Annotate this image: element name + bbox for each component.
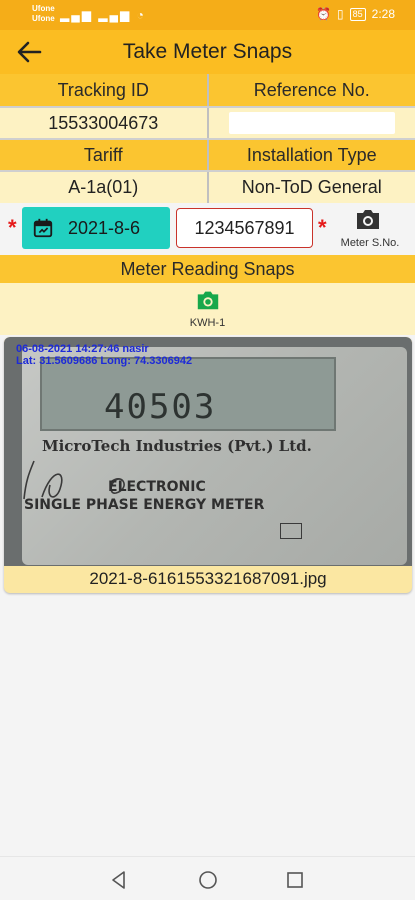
details-value-row-2: A-1a(01) Non-ToD General <box>0 172 415 203</box>
tracking-id-label: Tracking ID <box>0 74 207 106</box>
meter-sno-label: Meter S.No. <box>340 237 400 249</box>
photo-overlay-coordinates: Lat: 31.5609686 Long: 74.3306942 <box>16 355 193 367</box>
status-right: ⏰ ▯ 85 2:28 <box>316 7 395 21</box>
date-meter-row: * 2021-8-6 * Meter S.No. <box>0 203 415 253</box>
carrier-labels: Ufone Ufone <box>32 4 55 24</box>
photo-overlay-timestamp: 06-08-2021 14:27:46 nasir <box>16 343 149 355</box>
required-star: * <box>8 215 17 240</box>
meter-photo[interactable]: 40503 06-08-2021 14:27:46 nasir Lat: 31.… <box>4 337 412 566</box>
kwh-camera-icon[interactable] <box>195 288 221 312</box>
meter-type-line-2: SINGLE PHASE ENERGY METER <box>24 497 265 513</box>
nav-recents-icon[interactable] <box>284 869 306 891</box>
details-value-row-1: 15533004673 <box>0 108 415 138</box>
nav-back-icon[interactable] <box>108 869 130 891</box>
page-title: Take Meter Snaps <box>122 40 293 63</box>
photo-card[interactable]: 40503 06-08-2021 14:27:46 nasir Lat: 31.… <box>4 337 412 593</box>
meter-terminal-box <box>280 523 302 539</box>
installation-type-value: Non-ToD General <box>208 172 415 203</box>
carrier-1: Ufone <box>32 4 55 13</box>
system-nav-bar <box>0 856 415 900</box>
kwh-label: KWH-1 <box>189 317 226 329</box>
photo-filename: 2021-8-6161553321687091.jpg <box>89 569 327 588</box>
reference-no-label: Reference No. <box>208 74 415 106</box>
calendar-icon <box>33 218 53 238</box>
reference-no-cell <box>208 108 415 138</box>
date-picker-button[interactable]: 2021-8-6 <box>22 207 170 249</box>
tracking-id-value: 15533004673 <box>0 108 207 138</box>
battery-indicator: 85 <box>349 7 366 21</box>
required-star: * <box>318 215 327 240</box>
meter-reading-display: 40503 <box>104 387 217 427</box>
app-bar: Take Meter Snaps <box>0 30 415 74</box>
nav-home-icon[interactable] <box>197 869 219 891</box>
installation-type-label: Installation Type <box>208 140 415 170</box>
reference-no-field[interactable] <box>228 112 395 134</box>
signal-wifi-icons: ▂▄▆ ▂▄▆ ◔ <box>60 8 146 22</box>
carrier-2: Ufone <box>32 14 55 23</box>
status-bar: Ufone Ufone ▂▄▆ ▂▄▆ ◔ ⏰ ▯ 85 2:28 <box>0 0 415 30</box>
clock: 2:28 <box>371 7 395 21</box>
details-header-row-2: Tariff Installation Type <box>0 140 415 170</box>
tariff-value: A-1a(01) <box>0 172 207 203</box>
details-header-row-1: Tracking ID Reference No. <box>0 74 415 106</box>
vibrate-icon: ▯ <box>337 7 344 21</box>
date-value: 2021-8-6 <box>68 217 141 238</box>
camera-icon[interactable] <box>354 207 382 231</box>
alarm-icon: ⏰ <box>316 7 332 21</box>
section-title: Meter Reading Snaps <box>0 255 415 283</box>
snaps-area: KWH-1 <box>0 283 415 335</box>
meter-type-line-1: ELECTRONIC <box>108 479 206 495</box>
meter-serial-input[interactable] <box>176 208 313 248</box>
tariff-label: Tariff <box>0 140 207 170</box>
